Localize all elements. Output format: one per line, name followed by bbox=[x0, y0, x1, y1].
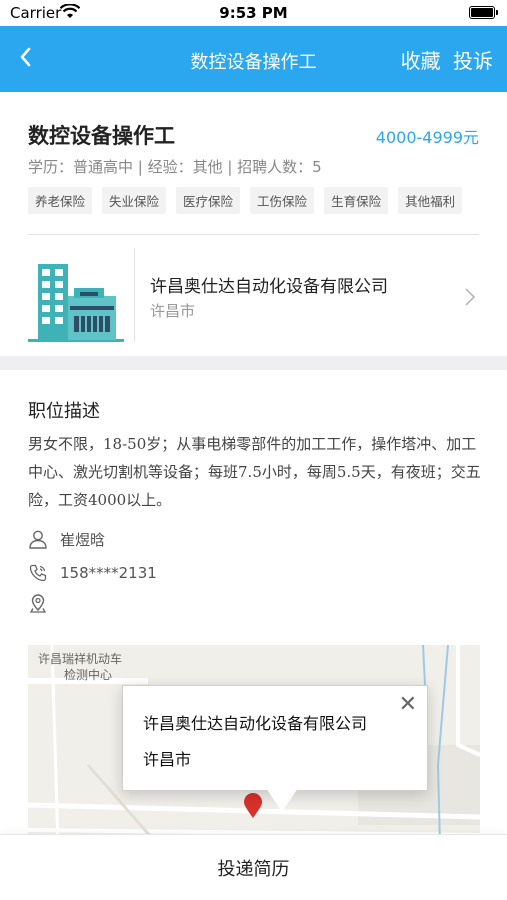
building-icon bbox=[28, 264, 124, 342]
benefit-tag: 失业保险 bbox=[102, 187, 167, 214]
job-title: 数控设备操作工 bbox=[28, 124, 175, 148]
benefit-tags: 养老保险 失业保险 医疗保险 工伤保险 生育保险 其他福利 bbox=[28, 187, 463, 214]
clock: 9:53 PM bbox=[219, 4, 288, 22]
company-card[interactable]: 许昌奥仕达自动化设备有限公司 许昌市 bbox=[28, 246, 479, 344]
phone-icon bbox=[29, 564, 47, 582]
map-callout: 许昌奥仕达自动化设备有限公司 许昌市 ✕ bbox=[122, 685, 428, 791]
location-map[interactable]: 许昌瑞祥机动车 检测中心 许昌奥仕达自动化设备有限公司 许昌市 ✕ bbox=[28, 645, 480, 845]
close-icon[interactable]: ✕ bbox=[399, 694, 417, 716]
map-poi-label: 许昌瑞祥机动车 检测中心 bbox=[38, 651, 122, 683]
submit-resume-button[interactable]: 投递简历 bbox=[0, 835, 507, 881]
job-detail-page: Carrier 9:53 PM 数控设备操作工 收藏 投诉 数控设备操作工 40… bbox=[0, 0, 507, 900]
contact-address-row bbox=[28, 591, 60, 615]
map-poi-line: 检测中心 bbox=[64, 668, 113, 682]
section-separator bbox=[0, 356, 507, 370]
contact-phone: 158****2131 bbox=[60, 564, 157, 582]
contact-name-row: 崔煜晗 bbox=[28, 527, 105, 551]
map-pin-icon[interactable] bbox=[242, 793, 264, 819]
callout-tail bbox=[266, 788, 298, 812]
chevron-right-icon bbox=[465, 288, 476, 306]
bottom-bar: 投递简历 bbox=[0, 834, 507, 900]
nav-actions: 收藏 投诉 bbox=[395, 45, 493, 74]
person-icon bbox=[29, 530, 47, 549]
benefit-tag: 养老保险 bbox=[28, 187, 93, 214]
job-meta: 学历：普通高中 | 经验：其他 | 招聘人数：5 bbox=[28, 158, 322, 176]
divider bbox=[134, 248, 135, 342]
description-title: 职位描述 bbox=[28, 401, 100, 422]
location-icon bbox=[29, 594, 47, 613]
contact-phone-row[interactable]: 158****2131 bbox=[28, 561, 157, 585]
company-name: 许昌奥仕达自动化设备有限公司 bbox=[150, 277, 388, 297]
status-bar: Carrier 9:53 PM bbox=[0, 0, 507, 26]
contact-name: 崔煜晗 bbox=[60, 530, 106, 549]
salary: 4000-4999元 bbox=[375, 128, 479, 147]
report-button[interactable]: 投诉 bbox=[453, 49, 493, 73]
favorite-button[interactable]: 收藏 bbox=[401, 49, 441, 73]
company-city: 许昌市 bbox=[150, 302, 196, 320]
description-text: 男女不限，18-50岁；从事电梯零部件的加工工作，操作塔冲、加工中心、激光切割机… bbox=[28, 435, 481, 509]
benefit-tag: 生育保险 bbox=[324, 187, 389, 214]
benefit-tag: 其他福利 bbox=[398, 187, 463, 214]
callout-city: 许昌市 bbox=[143, 750, 192, 769]
benefit-tag: 医疗保险 bbox=[176, 187, 241, 214]
map-poi-line: 许昌瑞祥机动车 bbox=[38, 652, 123, 666]
nav-bar: 数控设备操作工 收藏 投诉 bbox=[0, 26, 507, 92]
callout-company-name: 许昌奥仕达自动化设备有限公司 bbox=[143, 714, 368, 733]
benefit-tag: 工伤保险 bbox=[250, 187, 315, 214]
battery-icon bbox=[469, 6, 498, 19]
divider bbox=[28, 234, 479, 235]
